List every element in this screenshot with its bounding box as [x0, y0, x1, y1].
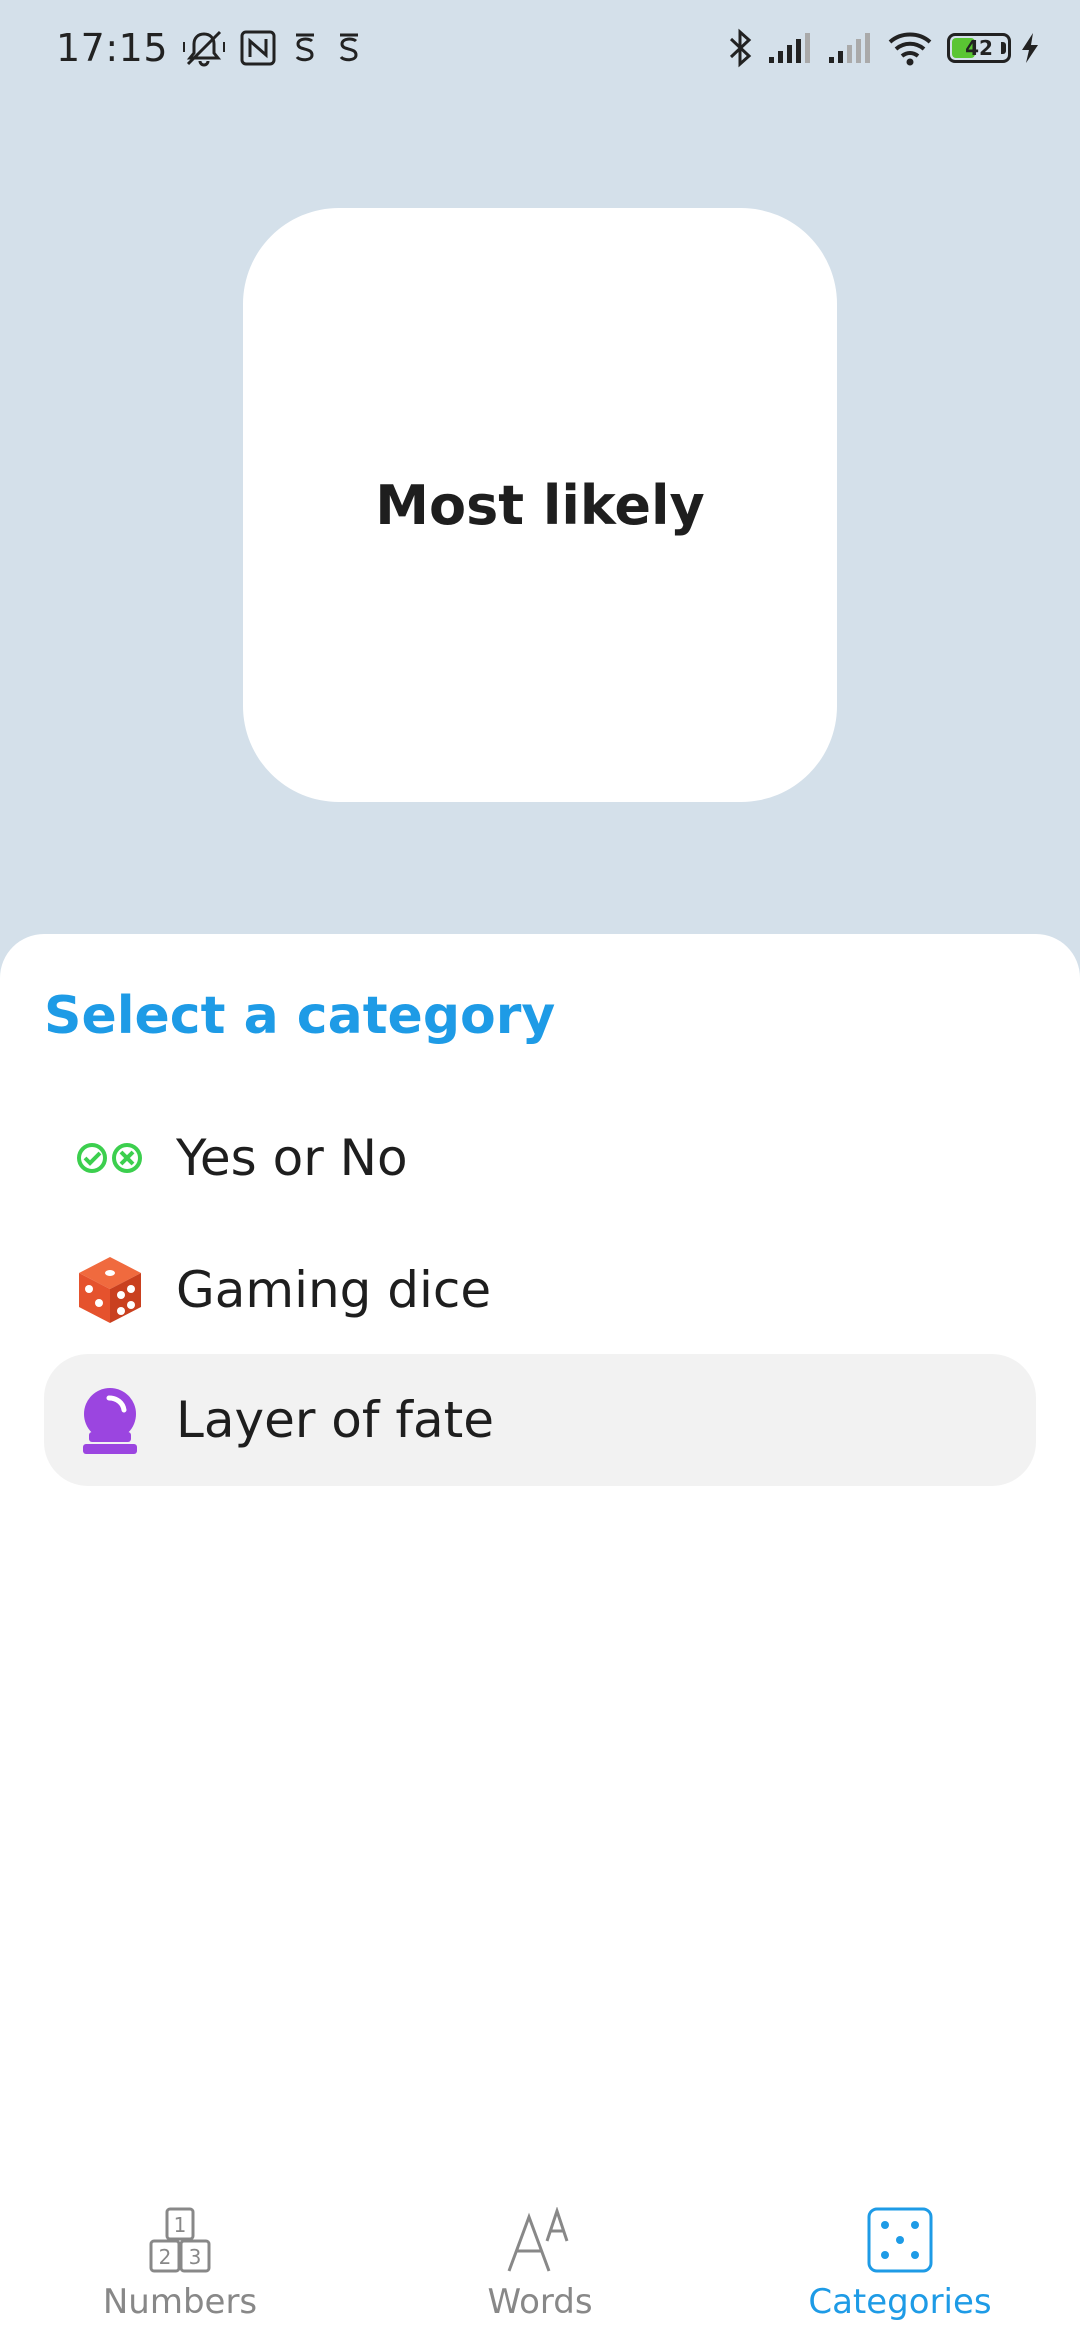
nav-item-categories[interactable]: Categories	[750, 2207, 1050, 2322]
dice-icon	[44, 1255, 176, 1325]
signal-icon	[767, 31, 813, 65]
svg-text:1: 1	[174, 2213, 187, 2237]
category-item-yes-or-no[interactable]: Yes or No	[44, 1092, 1036, 1224]
category-label: Layer of fate	[176, 1391, 494, 1449]
result-card[interactable]: Most likely	[243, 208, 837, 802]
category-item-gaming-dice[interactable]: Gaming dice	[44, 1224, 1036, 1356]
battery-level: 42	[965, 36, 993, 60]
result-text: Most likely	[375, 473, 705, 537]
status-bar-left: 17:15	[56, 26, 364, 70]
charging-icon	[1020, 32, 1040, 64]
svg-text:2: 2	[159, 2245, 172, 2269]
nav-label: Words	[487, 2282, 593, 2322]
bottom-nav: 1 2 3 Numbers Words Categories	[0, 2190, 1080, 2340]
nav-label: Categories	[808, 2282, 992, 2322]
svg-text:3: 3	[189, 2245, 202, 2269]
category-item-layer-of-fate[interactable]: Layer of fate	[44, 1354, 1036, 1486]
sheet-title: Select a category	[44, 986, 556, 1046]
status-time: 17:15	[56, 26, 169, 70]
bluetooth-icon	[727, 28, 753, 68]
app-notification-icon	[334, 31, 364, 65]
numbers-icon: 1 2 3	[145, 2207, 215, 2280]
crystal-ball-icon	[44, 1386, 176, 1454]
nav-item-words[interactable]: Words	[390, 2206, 690, 2322]
words-icon	[505, 2206, 575, 2280]
nav-label: Numbers	[102, 2282, 258, 2322]
battery-icon: 42	[947, 33, 1011, 63]
category-sheet: Select a category Yes or No Gaming dice …	[0, 934, 1080, 2340]
status-bar: 17:15 42	[0, 0, 1080, 96]
signal-icon	[827, 31, 873, 65]
nav-item-numbers[interactable]: 1 2 3 Numbers	[30, 2207, 330, 2322]
app-notification-icon	[290, 31, 320, 65]
wifi-icon	[887, 30, 933, 66]
category-label: Yes or No	[176, 1129, 408, 1187]
yes-no-icon	[44, 1140, 176, 1176]
categories-icon	[865, 2207, 935, 2280]
mute-icon	[182, 28, 226, 68]
nfc-icon	[240, 30, 276, 66]
status-bar-right: 42	[727, 28, 1040, 68]
category-label: Gaming dice	[176, 1261, 492, 1319]
